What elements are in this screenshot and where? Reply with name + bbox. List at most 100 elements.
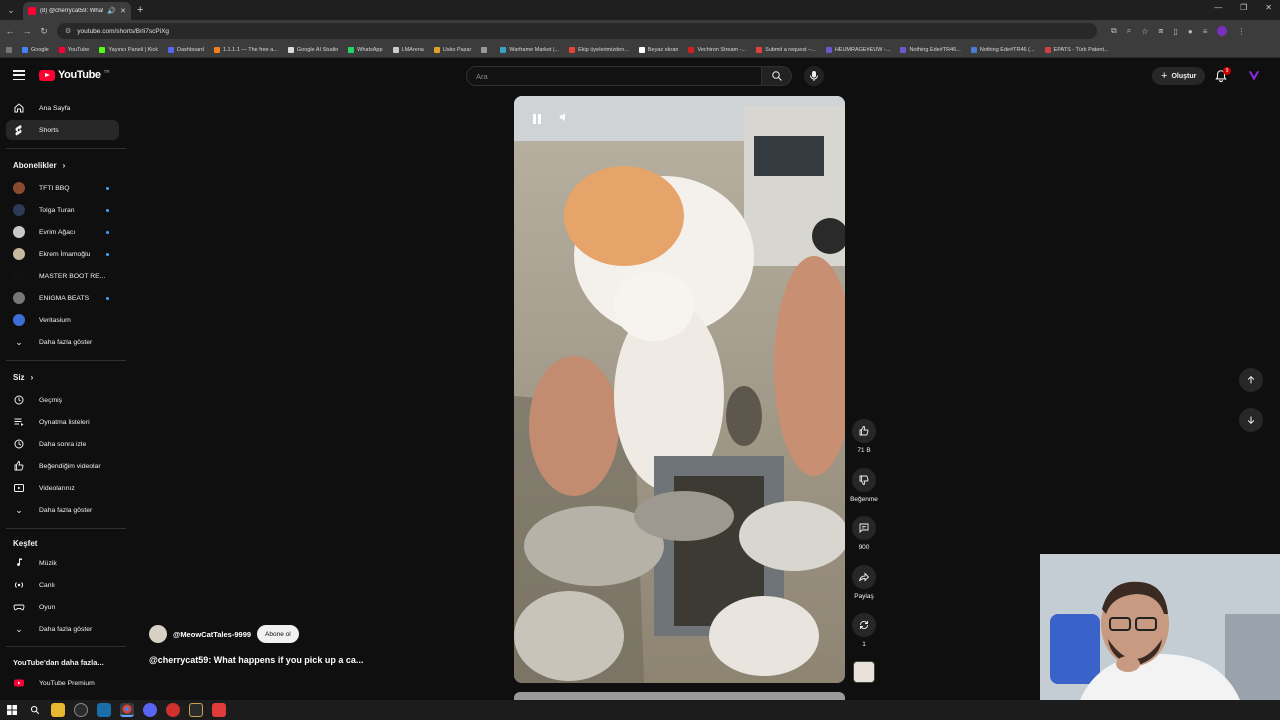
voice-search-button[interactable] (804, 66, 824, 86)
minimize-icon[interactable]: — (1214, 3, 1222, 12)
sound-thumbnail[interactable] (853, 661, 875, 683)
site-info-icon[interactable]: ⚙ (65, 27, 71, 35)
riot-client-icon[interactable] (166, 703, 180, 717)
file-explorer-icon[interactable] (51, 703, 65, 717)
dislike-button[interactable]: Beğenme (850, 468, 878, 503)
create-button[interactable]: + Oluştur (1152, 67, 1206, 85)
zoom-icon[interactable]: ⌕ (1127, 26, 1131, 36)
bookmark-item[interactable]: Warframe Market |... (500, 46, 559, 53)
channel-avatar[interactable] (149, 625, 167, 643)
bookmark-item[interactable]: WhatsApp (348, 46, 383, 53)
bookmark-item[interactable]: Vechiron Stream -... (688, 46, 746, 53)
bookmark-item[interactable]: Yayıncı Paneli | Kick (99, 46, 158, 53)
action-circle[interactable] (852, 613, 876, 637)
discord-icon[interactable] (143, 703, 157, 717)
taskbar-search-icon[interactable] (28, 703, 42, 717)
sidebar-item-music[interactable]: Müzik (6, 553, 119, 573)
tab-close-icon[interactable]: ✕ (120, 7, 126, 15)
media-icon[interactable]: ● (1188, 27, 1193, 36)
sidepanel-icon[interactable]: ▯ (1173, 27, 1177, 36)
bookmark-item[interactable]: YouTube (58, 46, 89, 53)
bookmark-item[interactable]: Ekip üyelerimizden... (569, 46, 629, 53)
action-circle[interactable] (852, 565, 876, 589)
sidebar-item-subscription[interactable]: MASTER BOOT RE... (6, 266, 119, 286)
sidebar-item-live[interactable]: Canlı (6, 575, 119, 595)
sidebar-item-history[interactable]: Geçmiş (6, 390, 119, 410)
bookmark-star-icon[interactable]: ☆ (1141, 27, 1148, 36)
maximize-icon[interactable]: ❐ (1240, 3, 1247, 12)
sidebar-item-youtube-premium[interactable]: YouTube Premium (6, 673, 119, 693)
install-app-icon[interactable]: ⧉ (1111, 26, 1117, 36)
sidebar-item-home[interactable]: Ana Sayfa (6, 98, 119, 118)
extensions-icon[interactable]: ⧈ (1158, 26, 1163, 36)
bookmark-item[interactable]: Google (22, 46, 49, 53)
subscriptions-show-more[interactable]: ⌄ Daha fazla göster (6, 332, 119, 352)
bookmark-item[interactable]: Submit a request –... (756, 46, 816, 53)
bookmark-item[interactable]: 1.1.1.1 — The free a... (213, 46, 278, 53)
sidebar-item-thumbs-up[interactable]: Beğendiğim videolar (6, 456, 119, 476)
sidebar-item-subscription[interactable]: Veritasium (6, 310, 119, 330)
bookmark-item[interactable] (481, 46, 490, 53)
bookmark-item[interactable]: Dashboard (168, 46, 204, 53)
remix-button[interactable]: 1 (852, 613, 876, 648)
tab-search-icon[interactable]: ⌄ (3, 2, 19, 18)
settings-app-icon[interactable] (74, 703, 88, 717)
league-client-icon[interactable] (189, 703, 203, 717)
volume-button[interactable] (558, 110, 576, 128)
new-tab-plus-icon[interactable]: + (137, 4, 143, 16)
sidebar-item-subscription[interactable]: TFTI BBQ (6, 178, 119, 198)
tab-audio-icon[interactable]: 🔊 (107, 7, 116, 15)
reload-icon[interactable]: ↻ (37, 26, 51, 37)
like-button[interactable]: 71 B (852, 419, 876, 454)
sidebar-item-subscription[interactable]: Tolga Turan (6, 200, 119, 220)
search-input[interactable]: Ara (466, 66, 762, 86)
subscriptions-heading[interactable]: Abonelikler › (13, 161, 65, 170)
apps-grid-icon[interactable] (6, 46, 12, 53)
action-circle[interactable] (852, 516, 876, 540)
sidebar-item-video[interactable]: Videolarınız (6, 478, 119, 498)
comments-button[interactable]: 900 (852, 516, 876, 551)
sidebar-item-playlist[interactable]: Oynatma listeleri (6, 412, 119, 432)
tab-groups-icon[interactable]: ≡ (1203, 27, 1208, 36)
bookmark-item[interactable]: Nothing Ede#TR46... (900, 46, 961, 53)
search-button[interactable] (762, 66, 792, 86)
sidebar-item-subscription[interactable]: ENIGMA BEATS (6, 288, 119, 308)
account-avatar-icon[interactable] (1247, 69, 1261, 83)
you-show-more[interactable]: ⌄ Daha fazla göster (6, 500, 119, 520)
browser-tab-active[interactable]: (8) @cherrycat59: What hap... 🔊 ✕ (23, 2, 131, 20)
action-circle[interactable] (852, 468, 876, 492)
bookmark-item[interactable]: Nothing Ede#TR46 (... (970, 46, 1035, 53)
short-title[interactable]: @cherrycat59: What happens if you pick u… (149, 655, 363, 665)
sidebar-item-gaming[interactable]: Oyun (6, 597, 119, 617)
chrome-taskbar-icon[interactable] (120, 703, 134, 717)
bookmark-item[interactable]: EPATS - Türk Patent... (1044, 46, 1109, 53)
you-heading[interactable]: Siz › (13, 373, 33, 382)
steam-icon[interactable] (97, 703, 111, 717)
short-video-player[interactable] (514, 96, 845, 683)
bookmark-item[interactable]: LMArena (392, 46, 424, 53)
bookmark-item[interactable]: Usko Pazar (433, 46, 471, 53)
subscribe-button[interactable]: Abone ol (257, 625, 299, 643)
back-icon[interactable]: ← (3, 26, 17, 36)
youtube-logo[interactable]: YouTube TR (39, 69, 110, 81)
sidebar-item-clock[interactable]: Daha sonra izle (6, 434, 119, 454)
sidebar-item-shorts[interactable]: Shorts (6, 120, 119, 140)
share-button[interactable]: Paylaş (852, 565, 876, 600)
sidebar-item-subscription[interactable]: Ekrem İmamoğlu (6, 244, 119, 264)
profile-avatar-icon[interactable] (1217, 26, 1228, 36)
bookmark-item[interactable]: Google AI Studio (287, 46, 338, 53)
channel-name[interactable]: @MeowCatTales-9999 (173, 630, 251, 639)
forward-icon[interactable]: → (20, 26, 34, 36)
explore-show-more[interactable]: ⌄ Daha fazla göster (6, 619, 119, 639)
action-circle[interactable] (852, 419, 876, 443)
bookmark-item[interactable]: HEUMRAGE#EUW -... (825, 46, 890, 53)
bookmark-item[interactable]: Beyaz ekran (638, 46, 678, 53)
address-bar[interactable]: ⚙ youtube.com/shorts/Brli7scPiXg (57, 23, 1097, 39)
chrome-menu-icon[interactable]: ⋮ (1237, 27, 1245, 36)
close-window-icon[interactable]: ✕ (1265, 3, 1272, 12)
pause-button[interactable] (528, 110, 546, 128)
valorant-icon[interactable] (212, 703, 226, 717)
next-short-button[interactable] (1239, 408, 1263, 432)
sidebar-item-subscription[interactable]: Evrim Ağacı (6, 222, 119, 242)
previous-short-button[interactable] (1239, 368, 1263, 392)
